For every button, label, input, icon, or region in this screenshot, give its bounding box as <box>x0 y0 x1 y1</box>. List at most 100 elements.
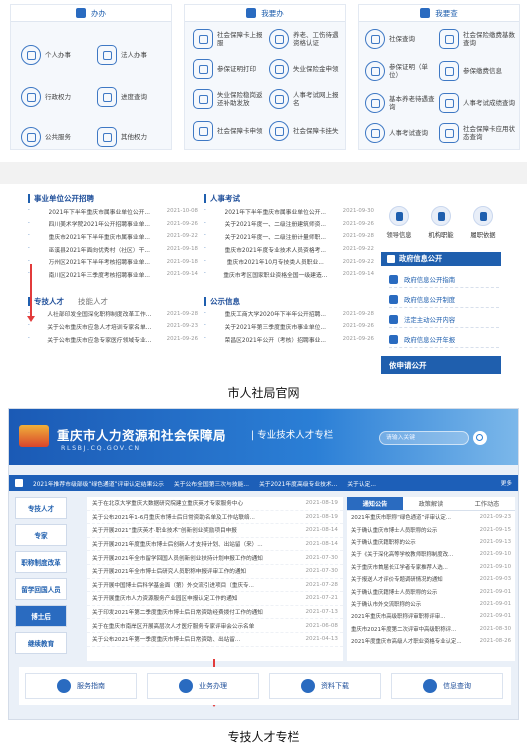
tab-notice[interactable]: 通知公告 <box>347 497 403 511</box>
svc-progress[interactable]: 进度查询 <box>97 87 147 107</box>
ticker-more-link[interactable]: 更多 <box>501 479 512 487</box>
news-date: 2021-09-30 <box>342 208 374 215</box>
news-date: 2021-09-23 <box>479 514 511 521</box>
section-title[interactable]: 公示信息 <box>204 295 374 308</box>
svc-corporate[interactable]: 法人办事 <box>97 45 147 65</box>
svc-personal[interactable]: 个人办事 <box>21 45 71 65</box>
news-row[interactable]: 南川区2021年三季度考核招聘事业单... 2021-09-14 <box>28 268 198 281</box>
section-title[interactable]: 人事考试 <box>204 192 374 205</box>
news-row[interactable]: 万州区2021年下半年考核招聘事业单... 2021-09-18 <box>28 255 198 268</box>
news-row[interactable]: 重庆市2021年下半年重庆市属事业单... 2021-09-22 <box>28 230 198 243</box>
news-date: 2021-09-26 <box>166 220 198 227</box>
news-row[interactable]: 关于《关于深化高等学校教师职称制度改... 2021-09-10 <box>347 548 515 560</box>
tab-skill-talent[interactable]: 技能人才 <box>78 296 108 307</box>
svc-item[interactable]: 社会保障卡应用状态查询 <box>439 123 519 143</box>
svc-public[interactable]: 公共服务 <box>21 127 71 147</box>
news-row[interactable]: 关于印发2021年第二季度重庆市博士后日常资助经费拨付工作的通知 2021-07-… <box>87 606 343 620</box>
svc-item[interactable]: 失业保险金申领 <box>269 59 343 79</box>
gov-item-system[interactable]: 政府信息公开制度 <box>389 292 499 308</box>
news-row[interactable]: 关于确认市外交流职称的公示 2021-09-01 <box>347 598 515 610</box>
news-row[interactable]: 2021年重庆市职称“绿色通道”评审认定... 2021-09-23 <box>347 511 515 523</box>
news-row[interactable]: 关于2021年第三季度重庆市事业单位... 2021-09-26 <box>204 320 374 333</box>
news-row[interactable]: 人社部印发全国深化职称制度改革工作... 2021-09-28 <box>28 308 198 321</box>
ticker-item[interactable]: 关于2021年度高级专业技术... <box>259 479 337 488</box>
service-guide-button[interactable]: 服务指南 <box>25 673 137 699</box>
search-icon[interactable] <box>473 431 487 445</box>
news-row[interactable]: 关于确认重庆籍博士人员职称的公示 2021-09-01 <box>347 585 515 597</box>
news-row[interactable]: 关于开展2021年全市留学回国人员创新创业扶持计划申报工作的通知 2021-07-… <box>87 551 343 565</box>
svc-item[interactable]: 基本养老待遇查询 <box>365 93 437 113</box>
news-row[interactable]: 四川美术学院2021年公开招聘事业单... 2021-09-26 <box>28 218 198 231</box>
section-title[interactable]: 专技人才 技能人才 <box>28 295 198 308</box>
news-row[interactable]: 关于公布重庆市应急人才培训专家名单... 2021-09-23 <box>28 320 198 333</box>
svc-item[interactable]: 社保查询 <box>365 29 437 49</box>
svc-item[interactable]: 参保证明打印 <box>193 59 265 79</box>
download-button[interactable]: 资料下载 <box>269 673 381 699</box>
news-row[interactable]: 关于公布2021年1-6月重庆市博士后日常资助名单及工作站联络... 2021-0… <box>87 511 343 525</box>
svc-item[interactable]: 社会保险缴费基数查询 <box>439 29 519 49</box>
left-menu-item[interactable]: 专技人才 <box>15 497 67 519</box>
left-menu-item[interactable]: 继续教育 <box>15 632 67 654</box>
svc-item[interactable]: 人事考试成绩查询 <box>439 93 519 113</box>
ticker-item[interactable]: 关于公布全国第三次与技能... <box>174 479 249 488</box>
news-row[interactable]: 关于重庆市首届长江学者专家推荐人选... 2021-09-10 <box>347 561 515 573</box>
news-row[interactable]: 关于开展中国博士后科学基金面（第）外交流引进项目（重庆专... 2021-07-2… <box>87 579 343 593</box>
news-row[interactable]: 关于2021年度一、二级注册建筑师资... 2021-09-26 <box>204 218 374 231</box>
svc-item[interactable]: 人事考试网上报名 <box>269 89 343 109</box>
news-title: 重庆市2021年10月专技类人员职业... <box>226 260 324 267</box>
news-row[interactable]: 关于开展2021年度重庆市博士后创新人才支持计划、出站留（来）... 2021-0… <box>87 538 343 552</box>
news-row[interactable]: 关于2021年度一、二级注册计量师职... 2021-09-28 <box>204 230 374 243</box>
news-row[interactable]: 重庆市考区国家职业资格全国一级建造... 2021-09-14 <box>204 268 374 281</box>
news-row[interactable]: 关于在重庆市南岸区开展高层次人才医疗服务专家评审会公示名单 2021-06-08 <box>87 619 343 633</box>
gov-item-report[interactable]: 政府信息公开年报 <box>389 332 499 348</box>
quick-leader[interactable]: 领导信息 <box>381 206 417 239</box>
ticker-item[interactable]: 2021年推荐市级部级“绿色通道”评审认定结果公示 <box>33 479 164 488</box>
svc-item[interactable]: 养老、工伤待遇资格认证 <box>269 29 343 49</box>
svc-item[interactable]: 社会保障卡上报服 <box>193 29 265 49</box>
gov-item-content[interactable]: 法定主动公开内容 <box>389 312 499 328</box>
tab-policy[interactable]: 政策解读 <box>403 497 459 511</box>
news-row[interactable]: 荣昌区2021年公开（考核）招聘事业... 2021-09-26 <box>204 333 374 346</box>
news-row[interactable]: 关于开展2021年全市博士后研究人员职称申报评审工作的通知 2021-07-30 <box>87 565 343 579</box>
left-menu-item[interactable]: 博士后 <box>15 605 67 627</box>
news-row[interactable]: 关于报送人才评价专题调研情况的通知 2021-09-03 <box>347 573 515 585</box>
business-handling-button[interactable]: 业务办理 <box>147 673 259 699</box>
section-title[interactable]: 事业单位公开招聘 <box>28 192 198 205</box>
news-row[interactable]: 2021年下半年重庆市属事业单位公开... 2021-09-30 <box>204 205 374 218</box>
news-row[interactable]: 关于公布2021年第一季度重庆市博士后日常资助、出站留... 2021-04-13 <box>87 633 343 647</box>
news-row[interactable]: 关于开展重庆市人力资源服务产业园区申报认定工作的通知 2021-07-21 <box>87 592 343 606</box>
news-row[interactable]: 关于公布重庆市应急专家医疗领域专业... 2021-09-26 <box>28 333 198 346</box>
svc-item[interactable]: 失业保险稳岗返还补助发放 <box>193 89 265 109</box>
apply-disclosure-button[interactable]: 依申请公开 <box>381 356 501 374</box>
quick-basis[interactable]: 履职依据 <box>465 206 501 239</box>
quick-function[interactable]: 机构职能 <box>423 206 459 239</box>
news-row[interactable]: 2021年重庆市高级职称评审职称评审... 2021-09-01 <box>347 610 515 622</box>
news-row[interactable]: 重庆市2021年度第二次评审中高级职称评... 2021-08-30 <box>347 623 515 635</box>
news-row[interactable]: 关于确认重庆市博士人员职称的公示 2021-09-15 <box>347 523 515 535</box>
left-menu-item[interactable]: 留学回国人员 <box>15 578 67 600</box>
svc-item[interactable]: 人事考试查询 <box>365 123 437 143</box>
news-row[interactable]: 重庆市2021年度专业技术人员资格考... 2021-09-22 <box>204 243 374 256</box>
news-row[interactable]: 关于在北京大学重庆大数据研究院建立重庆英才专家服务中心 2021-08-19 <box>87 497 343 511</box>
svc-item[interactable]: 参保证明（单位） <box>365 61 437 81</box>
news-row[interactable]: 2021年下半年重庆市属事业单位公开... 2021-10-08 <box>28 205 198 218</box>
left-menu-item[interactable]: 专家 <box>15 524 67 546</box>
news-row[interactable]: 重庆市2021年10月专技类人员职业... 2021-09-22 <box>204 255 374 268</box>
news-date: 2021-09-28 <box>342 310 374 317</box>
gov-item-guide[interactable]: 政府信息公开指南 <box>389 272 499 288</box>
ticker-item[interactable]: 关于认定... <box>347 479 376 488</box>
news-row[interactable]: 关于开展2021“重庆英才·职业技术”创新创业奖励项目申报 2021-08-14 <box>87 524 343 538</box>
svc-other[interactable]: 其他权力 <box>97 127 147 147</box>
news-row[interactable]: 重庆工商大学2020年下半年公开招聘... 2021-09-28 <box>204 308 374 321</box>
tab-news[interactable]: 工作动态 <box>459 497 515 511</box>
info-query-button[interactable]: 信息查询 <box>391 673 503 699</box>
left-menu-item[interactable]: 职称制度改革 <box>15 551 67 573</box>
svc-admin-power[interactable]: 行政权力 <box>21 87 71 107</box>
news-row[interactable]: 2021年度重庆市高级人才职业资格专业认定... 2021-08-26 <box>347 635 515 647</box>
svc-item[interactable]: 参保缴费信息 <box>439 61 519 81</box>
news-row[interactable]: 巫溪县2021年面向优秀村（社区）干... 2021-09-18 <box>28 243 198 256</box>
svc-item[interactable]: 社会保障卡挂失 <box>269 121 343 141</box>
svc-item[interactable]: 社会保障卡申领 <box>193 121 265 141</box>
news-row[interactable]: 关于确认重庆籍职称的公示 2021-09-13 <box>347 536 515 548</box>
search-input[interactable]: 请输入关键 <box>379 431 469 445</box>
